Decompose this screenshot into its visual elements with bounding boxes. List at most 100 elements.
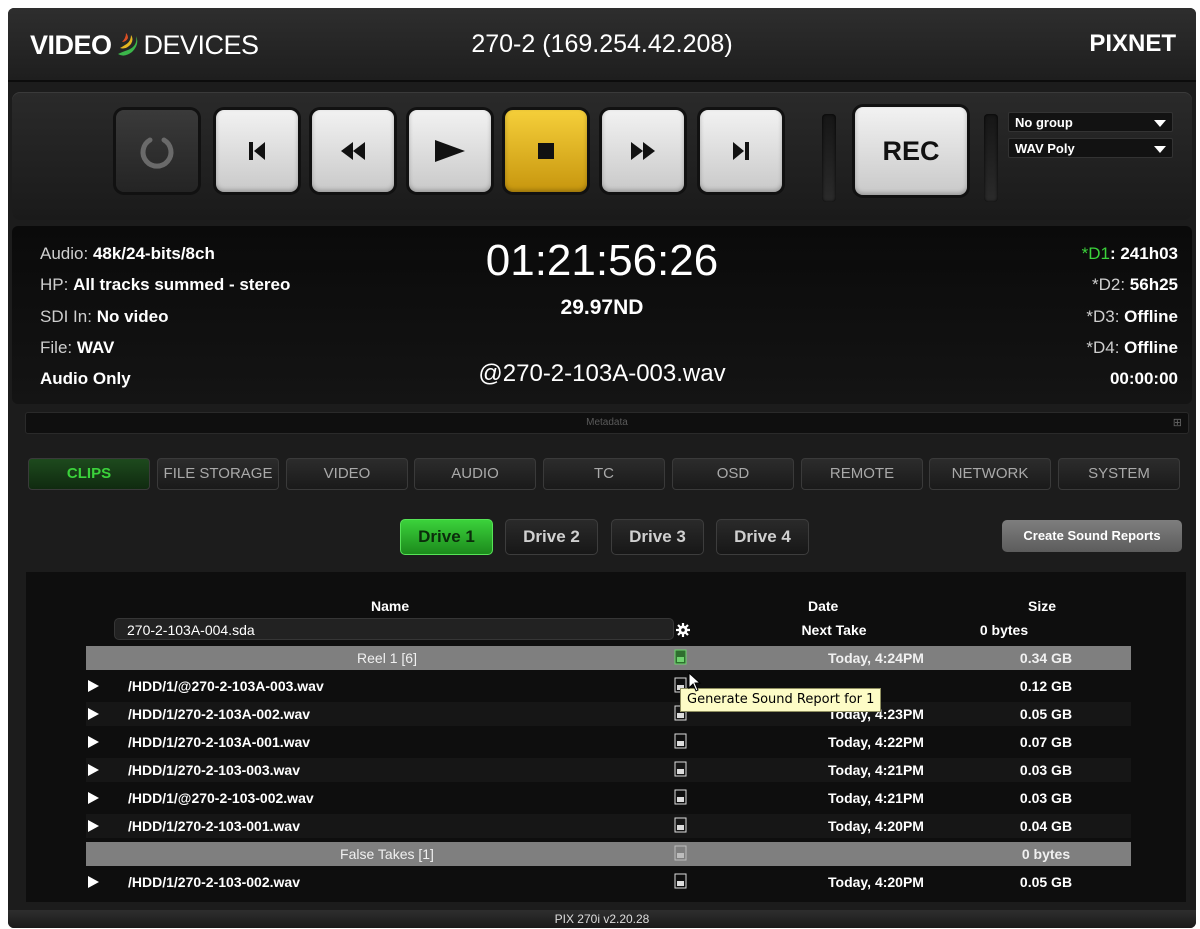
file-icon[interactable] [674, 873, 688, 889]
row-filename: /HDD/1/@270-2-103-002.wav [128, 790, 314, 806]
list-item[interactable]: /HDD/1/270-2-103-001.wav Today, 4:20PM 0… [86, 814, 1131, 838]
tab-clips[interactable]: CLIPS [28, 458, 150, 490]
next-take-size: 0 bytes [979, 622, 1029, 638]
list-group-row[interactable]: False Takes [1] 0 bytes [86, 842, 1131, 866]
column-header-date[interactable]: Date [808, 598, 838, 614]
metadata-bar[interactable]: Metadata ⊞ [25, 412, 1189, 434]
tab-tc[interactable]: TC [543, 458, 665, 490]
metadata-label: Metadata [586, 417, 628, 428]
drive3-status: *D3: Offline [1086, 307, 1178, 326]
transport-panel: REC No group WAV Poly [12, 92, 1192, 220]
list-item[interactable]: /HDD/1/270-2-103A-001.wav Today, 4:22PM … [86, 730, 1131, 754]
version-footer: PIX 270i v2.20.28 [8, 910, 1196, 928]
list-item[interactable]: /HDD/1/@270-2-103A-003.wav 0.12 GB [86, 674, 1131, 698]
status-panel: Audio: 48k/24-bits/8ch HP: All tracks su… [12, 226, 1192, 404]
tab-file-storage[interactable]: FILE STORAGE [157, 458, 279, 490]
row-date: Today, 4:20PM [828, 818, 924, 834]
drive4-status: *D4: Offline [1086, 338, 1178, 357]
row-date: Today, 4:20PM [828, 874, 924, 890]
app-window: VIDEO DEVICES 270-2 (169.254.42.208) PIX… [8, 8, 1196, 928]
group-select-value: No group [1015, 115, 1073, 130]
play-icon[interactable] [88, 876, 99, 888]
play-icon[interactable] [88, 764, 99, 776]
stop-button[interactable] [505, 110, 587, 192]
tab-system[interactable]: SYSTEM [1058, 458, 1180, 490]
tab-osd[interactable]: OSD [672, 458, 794, 490]
play-icon[interactable] [88, 792, 99, 804]
record-button[interactable]: REC [855, 107, 967, 195]
tab-video[interactable]: VIDEO [286, 458, 408, 490]
row-size: 0.05 GB [1019, 874, 1073, 890]
list-item[interactable]: /HDD/1/270-2-103A-002.wav Today, 4:23PM … [86, 702, 1131, 726]
play-icon[interactable] [88, 680, 99, 692]
device-title: 270-2 (169.254.42.208) [471, 30, 733, 58]
row-size: 0 bytes [1021, 846, 1071, 862]
row-size: 0.34 GB [1019, 650, 1073, 666]
group-select[interactable]: No group [1008, 112, 1173, 132]
sound-report-icon[interactable] [674, 649, 688, 665]
row-filename: /HDD/1/270-2-103-001.wav [128, 818, 300, 834]
tab-audio[interactable]: AUDIO [414, 458, 536, 490]
fast-forward-button[interactable] [602, 110, 684, 192]
row-size: 0.07 GB [1019, 734, 1073, 750]
stop-icon [538, 143, 554, 159]
next-take-name-input[interactable]: 270-2-103A-004.sda [114, 618, 674, 640]
level-slot-left [822, 114, 836, 202]
group-name: False Takes [1] [340, 846, 434, 862]
row-date: Today, 4:21PM [828, 790, 924, 806]
current-filename: @270-2-103A-003.wav [478, 360, 726, 387]
create-sound-reports-button[interactable]: Create Sound Reports [1002, 520, 1182, 552]
row-date: Today, 4:22PM [828, 734, 924, 750]
skip-forward-button[interactable] [700, 110, 782, 192]
drive-2-button[interactable]: Drive 2 [505, 519, 598, 555]
row-size: 0.03 GB [1019, 762, 1073, 778]
chevron-down-icon [1154, 146, 1166, 153]
row-size: 0.04 GB [1019, 818, 1073, 834]
play-icon[interactable] [88, 708, 99, 720]
file-icon[interactable] [674, 817, 688, 833]
row-filename: /HDD/1/270-2-103A-001.wav [128, 734, 311, 750]
drive-4-button[interactable]: Drive 4 [716, 519, 809, 555]
drive1-status: *D1: 241h03 [1081, 244, 1178, 263]
drive-1-button[interactable]: Drive 1 [400, 519, 493, 555]
next-take-date: Next Take [801, 622, 867, 638]
reload-button[interactable] [116, 110, 198, 192]
format-select-value: WAV Poly [1015, 141, 1075, 156]
file-status: File: WAV [40, 338, 115, 357]
skip-back-button[interactable] [216, 110, 298, 192]
list-item[interactable]: /HDD/1/270-2-103-002.wav Today, 4:20PM 0… [86, 870, 1131, 894]
gear-icon[interactable] [676, 623, 690, 637]
tab-network[interactable]: NETWORK [929, 458, 1051, 490]
list-group-row[interactable]: Reel 1 [6] Today, 4:24PM 0.34 GB [86, 646, 1131, 670]
pixnet-brand: PIXNET [1089, 30, 1176, 57]
tooltip: Generate Sound Report for 1 [680, 688, 882, 712]
sound-report-icon[interactable] [674, 845, 688, 861]
counter: 00:00:00 [1109, 369, 1178, 388]
column-header-name[interactable]: Name [371, 598, 409, 614]
rewind-button[interactable] [312, 110, 394, 192]
chevron-down-icon [1154, 120, 1166, 127]
column-header-size[interactable]: Size [1028, 598, 1056, 614]
row-date: Today, 4:24PM [828, 650, 924, 666]
frame-rate: 29.97ND [560, 296, 644, 319]
file-icon[interactable] [674, 789, 688, 805]
play-button[interactable] [409, 110, 491, 192]
list-item[interactable]: /HDD/1/@270-2-103-002.wav Today, 4:21PM … [86, 786, 1131, 810]
play-icon[interactable] [88, 736, 99, 748]
list-item[interactable]: /HDD/1/270-2-103-003.wav Today, 4:21PM 0… [86, 758, 1131, 782]
tab-remote[interactable]: REMOTE [801, 458, 923, 490]
rewind-icon [341, 142, 365, 160]
clip-list: Name Date Size 270-2-103A-004.sda Next T… [26, 572, 1186, 902]
format-select[interactable]: WAV Poly [1008, 138, 1173, 158]
level-slot-right [984, 114, 998, 202]
drive-3-button[interactable]: Drive 3 [611, 519, 704, 555]
file-icon[interactable] [674, 761, 688, 777]
row-date: Today, 4:21PM [828, 762, 924, 778]
file-icon[interactable] [674, 733, 688, 749]
row-size: 0.12 GB [1019, 678, 1073, 694]
row-filename: /HDD/1/270-2-103-003.wav [128, 762, 300, 778]
timecode: 01:21:56:26 [485, 236, 719, 285]
expand-icon[interactable]: ⊞ [1173, 413, 1182, 433]
row-filename: /HDD/1/@270-2-103A-003.wav [128, 678, 324, 694]
play-icon[interactable] [88, 820, 99, 832]
